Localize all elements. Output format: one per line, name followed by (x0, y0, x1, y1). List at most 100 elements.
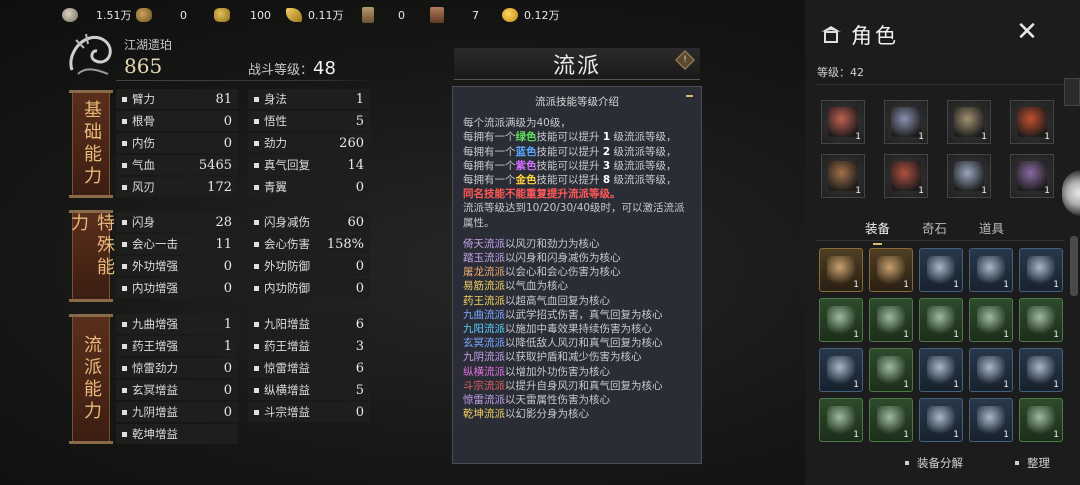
inventory-slot[interactable]: 1 (919, 298, 963, 342)
stat-row: 臂力 81 (116, 89, 238, 109)
group-label-basic: 基础能力 (69, 90, 113, 198)
stat-row: 惊雷劲力 0 (116, 358, 238, 378)
inventory-slot[interactable]: 1 (869, 398, 913, 442)
rule-mid: 技能可以提升 (536, 145, 603, 158)
inventory-slot[interactable]: 1 (1019, 348, 1063, 392)
item-count: 1 (903, 430, 909, 440)
rule-color-word: 蓝色 (515, 145, 537, 158)
inventory-slot[interactable]: 1 (819, 348, 863, 392)
stat-row: 九阳增益 6 (248, 314, 370, 334)
school-name: 倚天流派 (463, 237, 505, 250)
equipped-slot[interactable]: 1 (1010, 154, 1054, 198)
stat-row: 身法 1 (248, 89, 370, 109)
rule-mid: 技能可以提升 (536, 174, 603, 187)
school-name: 九阴流派 (463, 351, 505, 364)
equipped-slot[interactable]: 1 (821, 100, 865, 144)
school-desc: 以施加中毒效果持续伤害为核心 (505, 323, 652, 336)
inventory-slot[interactable]: 1 (919, 398, 963, 442)
equipped-slot[interactable]: 1 (884, 154, 928, 198)
sort-button[interactable]: 整理 (1015, 455, 1050, 471)
inventory-item-icon (877, 406, 905, 434)
school-name: 屠龙流派 (463, 266, 505, 279)
inventory-tabs: 装备 奇石 道具 (865, 218, 1004, 245)
equipped-slot[interactable]: 1 (947, 154, 991, 198)
school-name: 斗宗流派 (463, 379, 505, 392)
rule-pre: 每拥有一个 (463, 145, 516, 158)
tab-equipment[interactable]: 装备 (865, 218, 890, 245)
item-count: 1 (855, 186, 861, 196)
school-line: 屠龙流派以会心和会心伤害为核心 (463, 265, 691, 279)
school-line: 斗宗流派以提升自身风刃和真气回复为核心 (463, 379, 691, 393)
equipped-slot[interactable]: 1 (884, 100, 928, 144)
item-count: 1 (855, 132, 861, 142)
inventory-slot[interactable]: 1 (819, 398, 863, 442)
stat-row: 乾坤增益 (116, 424, 238, 444)
rule-color-word: 绿色 (515, 131, 537, 144)
school-line: 九阴流派以获取护盾和减少伤害为核心 (463, 350, 691, 364)
equipped-slot[interactable]: 1 (1010, 100, 1054, 144)
item-count: 1 (981, 132, 987, 142)
liupai-tooltip: 流派技能等级介绍 每个流派满级为40级， 每拥有一个绿色技能可以提升 1 级流派… (452, 86, 702, 464)
inventory-slot[interactable]: 1 (819, 298, 863, 342)
inventory-slot[interactable]: 1 (969, 248, 1013, 292)
school-name: 踏玉流派 (463, 252, 505, 265)
inventory-slot[interactable]: 1 (919, 248, 963, 292)
inventory-slot[interactable]: 1 (1019, 298, 1063, 342)
inventory-item-icon (1027, 306, 1055, 334)
school-desc: 以超高气血回复为核心 (505, 294, 610, 307)
tooltip-intro: 每个流派满级为40级， (463, 117, 571, 130)
rule-pre: 每拥有一个 (463, 159, 516, 172)
scrollbar-thumb[interactable] (1070, 236, 1078, 296)
equipped-slot[interactable]: 1 (947, 100, 991, 144)
character-name: 江湖遗珀 (124, 38, 173, 52)
character-hat-icon (821, 26, 841, 43)
character-level: 等级：42 (817, 66, 864, 79)
close-icon[interactable]: ✕ (1013, 18, 1041, 46)
inventory-item-icon (977, 306, 1005, 334)
inventory-item-icon (827, 256, 855, 284)
item-count: 1 (853, 430, 859, 440)
decompose-button[interactable]: 装备分解 (905, 455, 963, 471)
school-desc: 以武学招式伤害，真气回复为核心 (505, 308, 663, 321)
school-desc: 以风刃和劲力为核心 (505, 237, 600, 250)
inventory-slot[interactable]: 1 (969, 348, 1013, 392)
stat-row: 劲力 260 (248, 133, 370, 153)
inventory-slot[interactable]: 1 (969, 298, 1013, 342)
inventory-slot[interactable]: 1 (869, 248, 913, 292)
combat-level: 战斗等级：48 (248, 58, 336, 79)
stat-row: 药王增强 1 (116, 336, 238, 356)
stat-row: 内伤 0 (116, 133, 238, 153)
equipped-slot[interactable]: 1 (821, 154, 865, 198)
tab-items[interactable]: 道具 (979, 218, 1004, 237)
inventory-slot[interactable]: 1 (1019, 248, 1063, 292)
school-line: 九阳流派以施加中毒效果持续伤害为核心 (463, 322, 691, 336)
item-count: 1 (918, 186, 924, 196)
school-desc: 以会心和会心伤害为核心 (505, 266, 621, 279)
tab-gems[interactable]: 奇石 (922, 218, 947, 237)
currency-gold-coin: 0.12万 (502, 7, 560, 23)
inventory-item-icon (927, 406, 955, 434)
inventory-slot[interactable]: 1 (969, 398, 1013, 442)
tooltip-corner-mark (686, 95, 693, 97)
item-count: 1 (903, 380, 909, 390)
panel-divider (815, 84, 1065, 85)
inventory-slot[interactable]: 1 (819, 248, 863, 292)
inventory-item-icon (977, 406, 1005, 434)
stat-row: 风刃 172 (116, 177, 238, 197)
inventory-slot[interactable]: 1 (1019, 398, 1063, 442)
stat-row: 真气回复 14 (248, 155, 370, 175)
rule-post: 级流派等级， (610, 159, 677, 172)
sect-emblem-icon (69, 33, 112, 75)
currency-book: 7 (430, 7, 502, 23)
rule-color-word: 紫色 (515, 159, 537, 172)
inventory-slot[interactable]: 1 (869, 348, 913, 392)
rule-post: 级流派等级， (610, 174, 677, 187)
book-icon (430, 7, 444, 23)
school-line: 倚天流派以风刃和劲力为核心 (463, 237, 691, 251)
inventory-item-icon (977, 256, 1005, 284)
side-tab-button[interactable] (1064, 78, 1080, 106)
equipment-item-icon (1017, 107, 1047, 137)
stat-row: 会心伤害 158% (248, 234, 370, 254)
inventory-slot[interactable]: 1 (919, 348, 963, 392)
inventory-slot[interactable]: 1 (869, 298, 913, 342)
